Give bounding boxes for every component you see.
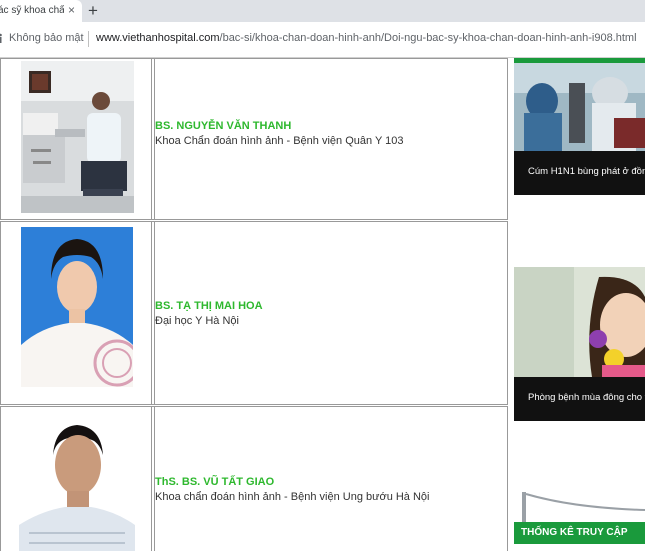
news-card[interactable]: Cúm H1N1 bùng phát ở đồng: [514, 63, 645, 195]
doctor-department: Khoa Chẩn đoán hình ảnh - Bệnh viện Quân…: [155, 135, 404, 147]
doctor-name[interactable]: BS. NGUYỄN VĂN THANH: [155, 120, 291, 132]
doctor-name[interactable]: BS. TẠ THỊ MAI HOA: [155, 300, 263, 312]
doctor-photo[interactable]: [21, 227, 133, 387]
url-domain: www.viethanhospital.com: [96, 32, 220, 44]
stats-title: THỐNG KÊ TRUY CẬP: [521, 527, 628, 538]
ultrasound-room-image: [21, 61, 134, 213]
info-icon[interactable]: [0, 33, 4, 43]
doctor-row: BS. NGUYỄN VĂN THANH Khoa Chẩn đoán hình…: [0, 58, 508, 220]
news-caption[interactable]: Cúm H1N1 bùng phát ở đồng: [514, 151, 645, 195]
stats-header: THỐNG KÊ TRUY CẬP: [514, 522, 645, 544]
divider: [88, 31, 89, 47]
info-cell: BS. TẠ THỊ MAI HOA Đại học Y Hà Nội: [154, 222, 507, 404]
doctor-department: Khoa chẩn đoán hình ảnh - Bệnh viện Ung …: [155, 491, 430, 503]
stats-image: [522, 492, 645, 522]
address-bar[interactable]: Không bảo mật www.viethanhospital.com/ba…: [0, 22, 645, 58]
url-text[interactable]: www.viethanhospital.com/bac-si/khoa-chan…: [96, 32, 637, 44]
doctor-row: BS. TẠ THỊ MAI HOA Đại học Y Hà Nội: [0, 221, 508, 405]
portrait-image: [19, 415, 135, 551]
doctor-row: ThS. BS. VŨ TẤT GIAO Khoa chẩn đoán hình…: [0, 406, 508, 551]
tab-strip: ác sỹ khoa chẩn × +: [0, 0, 645, 22]
news-card[interactable]: Phòng bệnh mùa đông cho t: [514, 267, 645, 421]
news-caption[interactable]: Phòng bệnh mùa đông cho t: [514, 377, 645, 421]
portrait-image: [21, 227, 133, 387]
info-cell: BS. NGUYỄN VĂN THANH Khoa Chẩn đoán hình…: [154, 59, 507, 219]
url-path: /bac-si/khoa-chan-doan-hinh-anh/Doi-ngu-…: [219, 32, 637, 44]
close-icon[interactable]: ×: [68, 3, 75, 17]
doctor-department: Đại học Y Hà Nội: [155, 315, 239, 327]
doctor-name[interactable]: ThS. BS. VŨ TẤT GIAO: [155, 476, 274, 488]
news-caption-text: Phòng bệnh mùa đông cho t: [528, 392, 645, 403]
photo-cell: [1, 59, 152, 219]
tab-title: ác sỹ khoa chẩn: [0, 5, 64, 16]
new-tab-button[interactable]: +: [88, 0, 98, 22]
security-label[interactable]: Không bảo mật: [9, 32, 84, 44]
photo-cell: [1, 222, 152, 404]
info-cell: ThS. BS. VŨ TẤT GIAO Khoa chẩn đoán hình…: [154, 407, 507, 551]
photo-cell: [1, 407, 152, 551]
browser-tab[interactable]: ác sỹ khoa chẩn ×: [0, 0, 82, 22]
page-content: BS. NGUYỄN VĂN THANH Khoa Chẩn đoán hình…: [0, 58, 645, 551]
doctor-photo[interactable]: [19, 415, 135, 551]
doctor-photo[interactable]: [21, 61, 134, 213]
news-caption-text: Cúm H1N1 bùng phát ở đồng: [528, 166, 645, 177]
